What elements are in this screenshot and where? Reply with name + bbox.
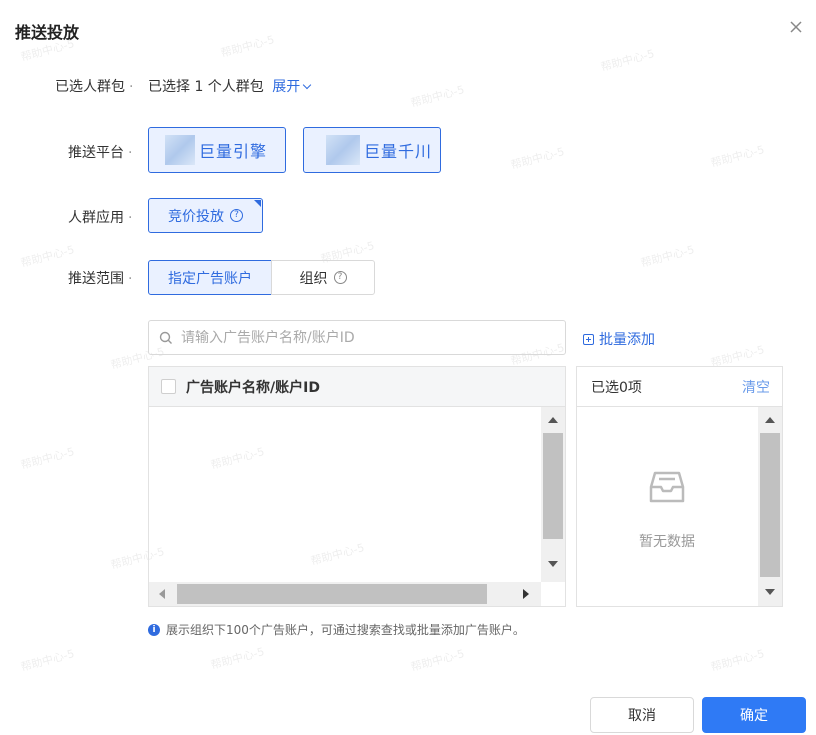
platform-logo-icon bbox=[165, 135, 195, 165]
dialog-title: 推送投放 bbox=[15, 23, 80, 42]
watermark: 帮助中心-5 bbox=[599, 47, 656, 74]
tab-specified-accounts[interactable]: 指定广告账户 bbox=[148, 260, 272, 295]
scroll-down-icon[interactable] bbox=[765, 589, 775, 595]
scrollbar-thumb[interactable] bbox=[543, 433, 563, 539]
watermark: 帮助中心-5 bbox=[409, 83, 466, 110]
watermark: 帮助中心-5 bbox=[709, 647, 766, 674]
plus-square-icon bbox=[583, 333, 594, 345]
watermark: 帮助中心-5 bbox=[19, 243, 76, 270]
platform-option-juliang-yinqing[interactable]: 巨量引擎 bbox=[148, 127, 286, 173]
platform-label-text: 推送平台 bbox=[68, 145, 124, 161]
scroll-right-icon[interactable] bbox=[523, 589, 529, 599]
watermark: 帮助中心-5 bbox=[19, 647, 76, 674]
help-icon[interactable]: ? bbox=[230, 209, 243, 222]
selected-crowd-label-text: 已选人群包 bbox=[55, 79, 125, 95]
table-horizontal-scrollbar[interactable] bbox=[149, 582, 541, 606]
selected-panel-header: 已选0项 清空 bbox=[577, 367, 782, 407]
watermark: 帮助中心-5 bbox=[409, 647, 466, 674]
platform-option-name: 巨量引擎 bbox=[199, 142, 268, 161]
table-vertical-scrollbar[interactable] bbox=[541, 407, 565, 582]
scroll-up-icon[interactable] bbox=[765, 417, 775, 423]
empty-text: 暂无数据 bbox=[639, 534, 695, 550]
search-input[interactable] bbox=[181, 329, 551, 346]
watermark: 帮助中心-5 bbox=[19, 445, 76, 472]
crowd-app-option-bidding[interactable]: 竞价投放 ? bbox=[148, 198, 263, 233]
selected-crowd-label: 已选人群包 · bbox=[55, 79, 134, 95]
confirm-button[interactable]: 确定 bbox=[702, 697, 806, 733]
batch-add-button[interactable]: 批量添加 bbox=[583, 329, 655, 349]
scrollbar-thumb[interactable] bbox=[177, 584, 487, 604]
search-box bbox=[148, 320, 566, 355]
selected-vertical-scrollbar[interactable] bbox=[758, 407, 782, 606]
scroll-down-icon[interactable] bbox=[548, 561, 558, 567]
tab-organization-label: 组织 bbox=[299, 270, 328, 287]
scope-label-text: 推送范围 bbox=[68, 271, 124, 287]
cancel-button-label: 取消 bbox=[628, 708, 656, 724]
selected-count: 已选0项 bbox=[591, 379, 642, 396]
platform-logo-icon bbox=[326, 135, 360, 165]
scroll-left-icon[interactable] bbox=[159, 589, 165, 599]
expand-link[interactable]: 展开 bbox=[272, 79, 312, 95]
account-table: 广告账户名称/账户ID bbox=[148, 366, 566, 607]
hint-text: 展示组织下100个广告账户，可通过搜索查找或批量添加广告账户。 bbox=[166, 623, 525, 637]
platform-option-name: 巨量千川 bbox=[364, 142, 433, 161]
watermark: 帮助中心-5 bbox=[709, 143, 766, 170]
batch-add-label: 批量添加 bbox=[599, 332, 655, 348]
cancel-button[interactable]: 取消 bbox=[590, 697, 694, 733]
hint-message: i 展示组织下100个广告账户，可通过搜索查找或批量添加广告账户。 bbox=[148, 621, 525, 638]
table-header-label: 广告账户名称/账户ID bbox=[186, 379, 320, 396]
selected-crowd-count: 已选择 1 个人群包 bbox=[148, 79, 264, 95]
help-icon[interactable]: ? bbox=[333, 271, 347, 284]
scrollbar-thumb[interactable] bbox=[760, 433, 780, 577]
watermark: 帮助中心-5 bbox=[509, 145, 566, 172]
tab-specified-accounts-label: 指定广告账户 bbox=[168, 270, 252, 287]
scroll-up-icon[interactable] bbox=[548, 417, 558, 423]
watermark: 帮助中心-5 bbox=[639, 243, 696, 270]
selected-corner-icon bbox=[254, 200, 261, 207]
scope-label: 推送范围 · bbox=[68, 271, 133, 287]
selected-crowd-value: 已选择 1 个人群包 展开 bbox=[148, 76, 312, 96]
crowd-app-option-label: 竞价投放 bbox=[168, 208, 224, 225]
platform-option-juliang-qianchuan[interactable]: 巨量千川 bbox=[303, 127, 441, 173]
empty-inbox-icon bbox=[649, 471, 685, 503]
crowd-app-label-text: 人群应用 bbox=[68, 210, 124, 226]
watermark: 帮助中心-5 bbox=[209, 645, 266, 672]
clear-button[interactable]: 清空 bbox=[742, 377, 770, 397]
info-icon: i bbox=[148, 623, 160, 636]
table-header: 广告账户名称/账户ID bbox=[149, 367, 565, 407]
watermark: 帮助中心-5 bbox=[219, 33, 276, 60]
platform-label: 推送平台 · bbox=[68, 145, 133, 161]
confirm-button-label: 确定 bbox=[740, 708, 768, 724]
crowd-app-label: 人群应用 · bbox=[68, 210, 133, 226]
chevron-down-icon bbox=[303, 80, 312, 90]
tab-organization[interactable]: 组织 ? bbox=[271, 260, 375, 295]
search-icon bbox=[159, 331, 172, 344]
selected-panel: 已选0项 清空 暂无数据 bbox=[576, 366, 783, 607]
push-dialog: 帮助中心-5 帮助中心-5 帮助中心-5 帮助中心-5 帮助中心-5 帮助中心-… bbox=[0, 0, 816, 735]
close-icon[interactable] bbox=[787, 18, 805, 36]
expand-link-text: 展开 bbox=[272, 79, 301, 95]
select-all-checkbox[interactable] bbox=[161, 379, 176, 394]
